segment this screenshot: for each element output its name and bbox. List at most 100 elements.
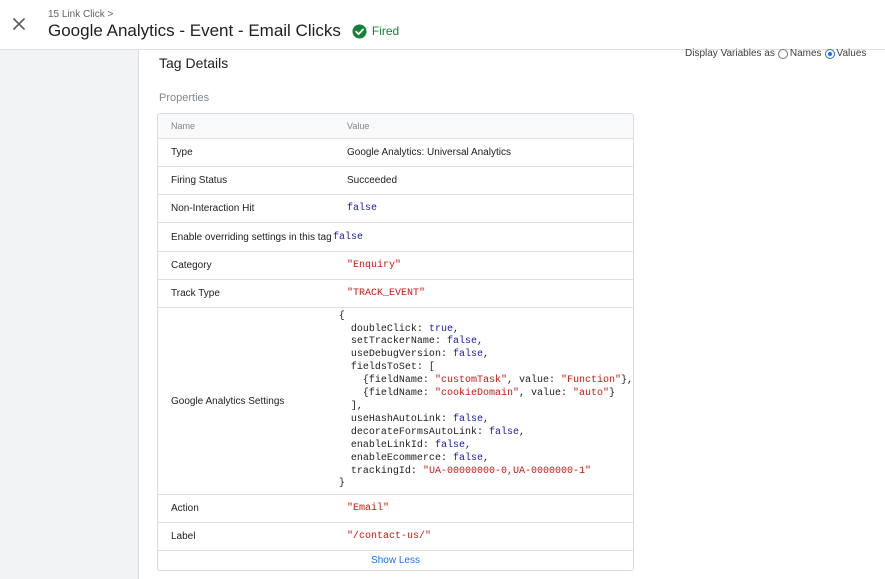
code-token: useDebugVersion: xyxy=(338,349,453,361)
row-name: Type xyxy=(171,147,193,158)
code-token: fieldsToSet: [ xyxy=(338,362,435,374)
code-token: "cookieDomain" xyxy=(434,388,519,400)
code-token: , xyxy=(464,439,471,451)
left-panel xyxy=(0,50,139,579)
code-token: false xyxy=(452,413,483,425)
row-value: Succeeded xyxy=(347,175,398,186)
code-token: true xyxy=(428,323,453,335)
table-row: Label "/contact-us/" xyxy=(158,522,633,550)
code-line: enableLinkId: false, xyxy=(339,440,633,453)
code-token: , xyxy=(482,349,489,361)
code-token: , xyxy=(452,323,459,335)
code-token: doubleClick: xyxy=(338,323,429,335)
values-radio-label[interactable]: Values xyxy=(837,48,867,59)
table-row: Firing Status Succeeded xyxy=(158,166,633,194)
table-row: Action "Email" xyxy=(158,494,633,522)
code-token: "customTask" xyxy=(434,375,507,387)
row-value: "Enquiry" xyxy=(347,260,402,271)
code-token: "Function" xyxy=(560,375,621,387)
table-row: Type Google Analytics: Universal Analyti… xyxy=(158,138,633,166)
display-variables-label: Display Variables as xyxy=(685,48,775,59)
properties-label: Properties xyxy=(159,92,210,104)
code-token: , value: xyxy=(518,388,573,400)
table-row: Non-Interaction Hit false xyxy=(158,194,633,222)
code-token: false xyxy=(452,452,483,464)
close-button[interactable] xyxy=(9,14,29,34)
row-value: "TRACK_EVENT" xyxy=(347,288,426,299)
code-token: {fieldName: xyxy=(338,375,435,387)
code-line: {fieldName: "cookieDomain", value: "auto… xyxy=(339,388,633,401)
code-line: doubleClick: true, xyxy=(339,324,633,337)
code-token: ], xyxy=(338,401,363,412)
table-row: Category "Enquiry" xyxy=(158,251,633,279)
header-name: Name xyxy=(171,121,196,131)
row-name: Google Analytics Settings xyxy=(171,395,285,407)
row-value: Google Analytics: Universal Analytics xyxy=(347,147,511,158)
code-line: {fieldName: "customTask", value: "Functi… xyxy=(339,375,633,388)
code-token: useHashAutoLink: xyxy=(338,413,453,425)
row-name: Category xyxy=(171,260,212,271)
code-line: { xyxy=(339,311,633,324)
names-radio[interactable] xyxy=(777,48,788,59)
code-token: setTrackerName: xyxy=(338,336,447,348)
section-title: Tag Details xyxy=(159,55,229,71)
code-line: decorateFormsAutoLink: false, xyxy=(339,427,633,440)
code-token: , xyxy=(518,426,525,438)
table-header: Name Value xyxy=(158,114,633,138)
code-token: false xyxy=(452,349,483,361)
row-name: Firing Status xyxy=(171,175,228,186)
code-token: decorateFormsAutoLink: xyxy=(338,426,489,438)
code-token: enableLinkId: xyxy=(338,439,435,451)
code-token: }, xyxy=(620,375,633,387)
code-token: false xyxy=(434,439,465,451)
display-variables-toggle: Display Variables as Names Values xyxy=(685,48,866,59)
names-radio-label[interactable]: Names xyxy=(790,48,822,59)
code-line: } xyxy=(339,478,633,491)
code-line: ], xyxy=(339,401,633,414)
table-row: Enable overriding settings in this tag f… xyxy=(158,222,633,251)
code-token: , value: xyxy=(506,375,561,387)
code-token: , xyxy=(482,452,489,464)
row-name: Label xyxy=(171,531,196,542)
row-name: Enable overriding settings in this tag xyxy=(171,231,332,243)
row-value: false xyxy=(347,203,378,214)
code-token: enableEcommerce: xyxy=(338,452,453,464)
table-row: Google Analytics Settings { doubleClick:… xyxy=(158,307,633,494)
tag-detail-header: 15 Link Click > Google Analytics - Event… xyxy=(0,0,885,50)
properties-table: Name Value Type Google Analytics: Univer… xyxy=(157,113,634,571)
code-token: } xyxy=(608,388,615,400)
code-line: fieldsToSet: [ xyxy=(339,362,633,375)
code-line: enableEcommerce: false, xyxy=(339,453,633,466)
close-icon xyxy=(13,18,25,30)
code-token: "UA-00000000-0,UA-0000000-1" xyxy=(422,465,591,477)
row-name: Track Type xyxy=(171,288,220,299)
status-badge: Fired xyxy=(352,23,400,39)
code-line: trackingId: "UA-00000000-0,UA-0000000-1" xyxy=(339,466,633,479)
code-token: trackingId: xyxy=(338,465,423,477)
table-row: Track Type "TRACK_EVENT" xyxy=(158,279,633,307)
header-value: Value xyxy=(347,121,370,131)
show-less-row: Show Less xyxy=(158,550,633,570)
values-radio[interactable] xyxy=(824,48,835,59)
code-token: "auto" xyxy=(572,388,609,400)
code-token: false xyxy=(488,426,519,438)
status-label: Fired xyxy=(371,24,400,38)
code-token: { xyxy=(338,310,345,322)
code-token: , xyxy=(482,413,489,425)
code-token: , xyxy=(476,336,483,348)
code-token: false xyxy=(446,336,477,348)
code-token: } xyxy=(338,478,345,490)
row-value: false xyxy=(333,231,364,243)
breadcrumb[interactable]: 15 Link Click > xyxy=(48,9,113,20)
code-token: {fieldName: xyxy=(338,388,435,400)
check-circle-icon xyxy=(352,23,367,39)
row-value: "Email" xyxy=(347,503,390,514)
row-value: "/contact-us/" xyxy=(347,531,432,542)
code-line: useHashAutoLink: false, xyxy=(339,414,633,427)
page-title: Google Analytics - Event - Email Clicks xyxy=(48,21,341,40)
show-less-link[interactable]: Show Less xyxy=(371,555,420,566)
row-name: Action xyxy=(171,503,199,514)
ga-settings-code: { doubleClick: true, setTrackerName: fal… xyxy=(325,307,633,496)
code-line: useDebugVersion: false, xyxy=(339,349,633,362)
title-row: Google Analytics - Event - Email Clicks … xyxy=(48,21,399,41)
